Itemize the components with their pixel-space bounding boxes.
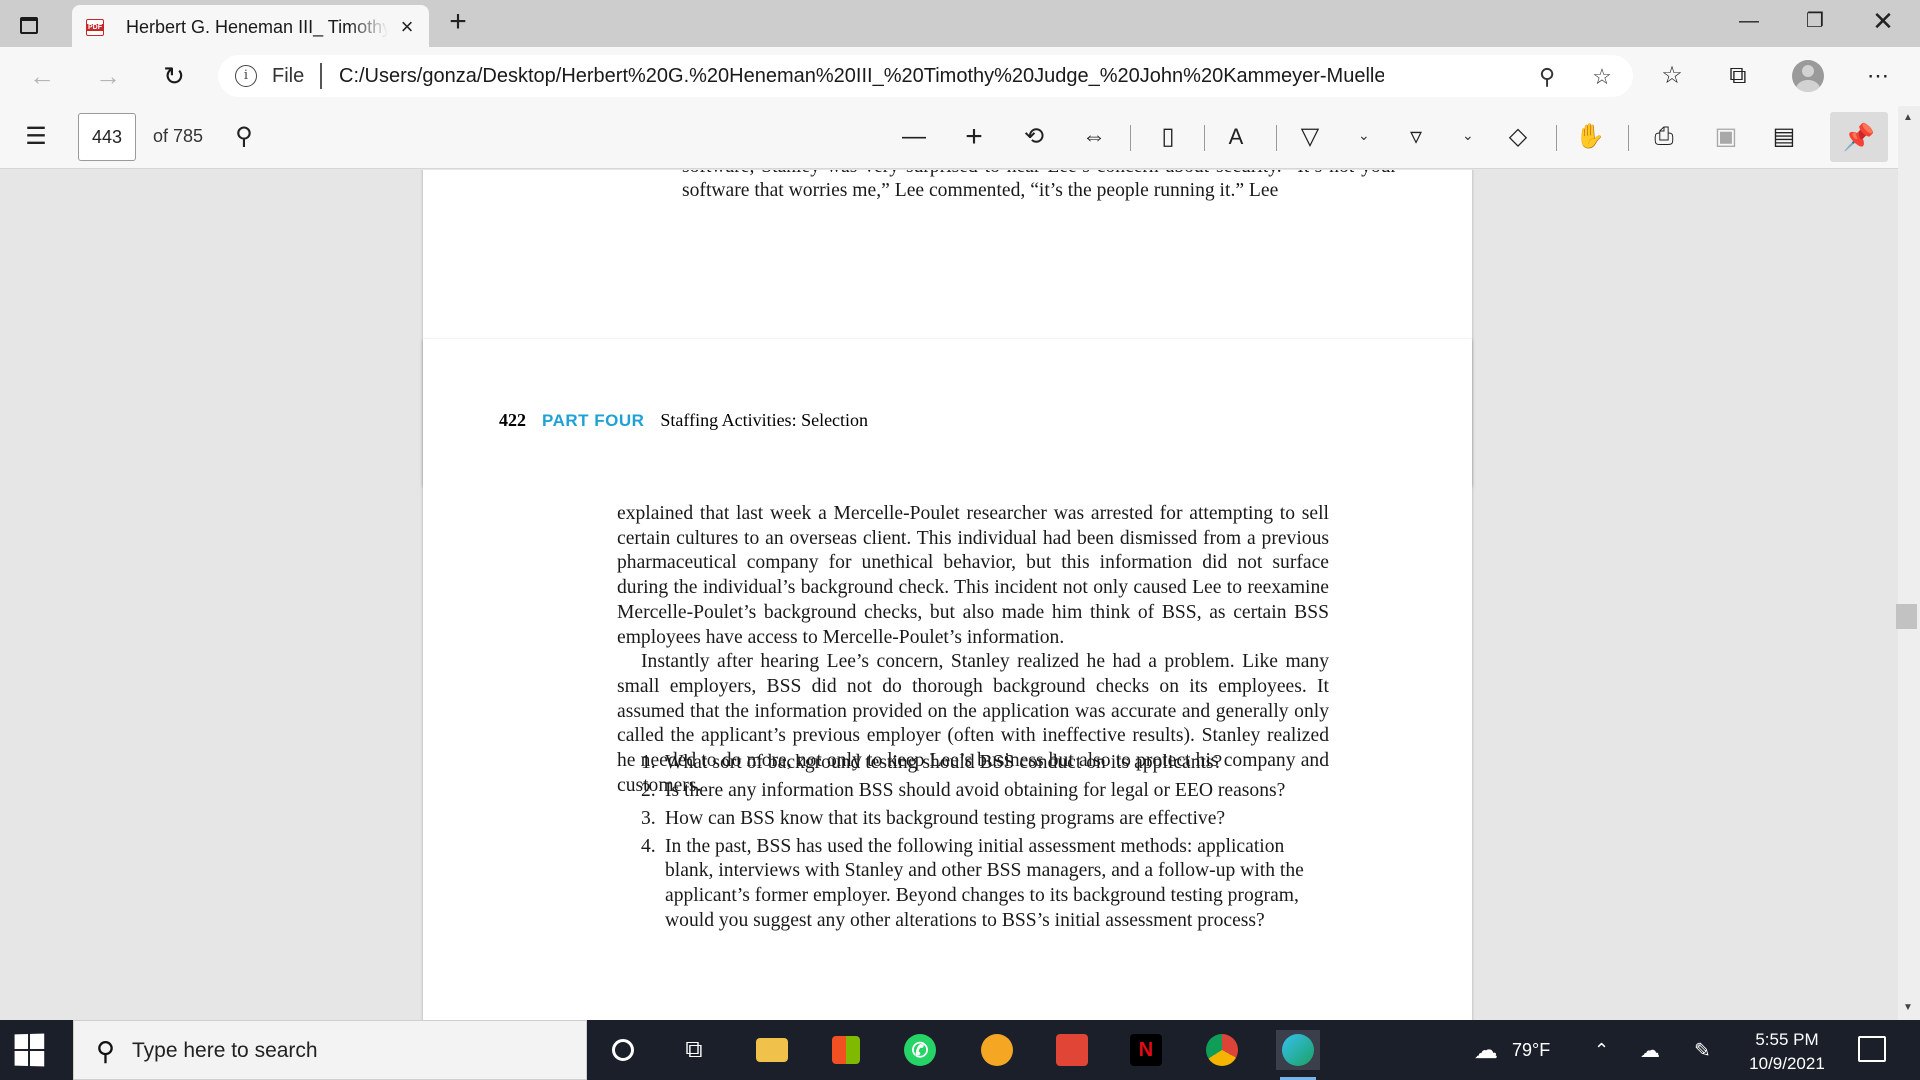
more-options-icon[interactable]: ⋯ bbox=[1862, 60, 1894, 92]
favorites-icon[interactable]: ☆ bbox=[1656, 60, 1688, 92]
scroll-up-icon[interactable]: ▲ bbox=[1903, 112, 1913, 123]
find-icon[interactable]: ⚲ bbox=[226, 119, 262, 155]
info-icon[interactable]: i bbox=[235, 65, 257, 87]
vertical-scrollbar[interactable] bbox=[1898, 106, 1920, 1020]
active-tab[interactable]: PDF Herbert G. Heneman III_ Timothy × bbox=[72, 5, 429, 47]
toolbar-divider bbox=[1556, 125, 1557, 151]
weather-temp: 79°F bbox=[1512, 1039, 1551, 1060]
scroll-down-icon[interactable]: ▼ bbox=[1903, 1002, 1913, 1013]
print-icon[interactable]: ⎙ bbox=[1646, 119, 1682, 155]
question-item: 2. Is there any information BSS should av… bbox=[641, 779, 1286, 801]
draw-options-chevron-icon[interactable]: ⌄ bbox=[1358, 127, 1370, 144]
address-row: ← → ↻ i File C:/Users/gonza/Desktop/Herb… bbox=[0, 47, 1920, 105]
toolbar-divider bbox=[1130, 125, 1131, 151]
read-aloud-icon[interactable]: A bbox=[1218, 119, 1254, 155]
fit-to-width-icon[interactable]: ⇔ bbox=[1076, 119, 1112, 155]
tab-title: Herbert G. Heneman III_ Timothy bbox=[126, 17, 388, 37]
pdf-file-icon: PDF bbox=[86, 19, 104, 36]
rotate-icon[interactable]: ⟲ bbox=[1016, 119, 1052, 155]
table-of-contents-icon[interactable]: ☰ bbox=[18, 119, 54, 155]
task-view-icon[interactable]: ⧉ bbox=[672, 1030, 716, 1070]
onedrive-icon[interactable]: ☁ bbox=[1640, 1020, 1660, 1080]
collections-icon[interactable]: ⧉ bbox=[1722, 60, 1754, 92]
show-hidden-icons-icon[interactable]: ⌃ bbox=[1594, 1020, 1609, 1080]
cloud-icon: ☁ bbox=[1474, 1036, 1498, 1064]
pdf-toolbar: ☰ 443 of 785 ⚲ — + ⟲ ⇔ ▯ A ▽ ⌄ ▿ ⌄ ◇ ✋ ⎙… bbox=[0, 105, 1920, 169]
question-item: 3. How can BSS know that its background t… bbox=[641, 807, 1226, 829]
pen-workspace-icon[interactable]: ✎ bbox=[1694, 1020, 1711, 1080]
running-head: 422 PART FOUR Staffing Activities: Selecti… bbox=[499, 410, 868, 431]
refresh-button[interactable]: ↻ bbox=[156, 59, 192, 93]
toolbar-divider bbox=[1204, 125, 1205, 151]
brave-icon[interactable] bbox=[975, 1030, 1019, 1070]
save-icon[interactable]: ▣ bbox=[1708, 119, 1744, 155]
file-explorer-icon[interactable] bbox=[750, 1030, 794, 1070]
media-app-icon[interactable] bbox=[1050, 1030, 1094, 1070]
chrome-icon[interactable] bbox=[1200, 1030, 1244, 1070]
toolbar-divider bbox=[1276, 125, 1277, 151]
whatsapp-icon[interactable]: ✆ bbox=[898, 1030, 942, 1070]
section-title: Staffing Activities: Selection bbox=[660, 410, 869, 430]
address-separator bbox=[320, 63, 322, 89]
draw-icon[interactable]: ▽ bbox=[1292, 119, 1328, 155]
tab-strip: PDF Herbert G. Heneman III_ Timothy × + … bbox=[0, 0, 1920, 47]
pin-toolbar-icon[interactable]: 📌 bbox=[1830, 112, 1888, 162]
save-as-icon[interactable]: ▤ bbox=[1766, 119, 1802, 155]
scrollbar-thumb[interactable] bbox=[1896, 604, 1917, 629]
search-placeholder: Type here to search bbox=[132, 1039, 318, 1062]
erase-icon[interactable]: ◇ bbox=[1500, 119, 1536, 155]
toolbar-divider bbox=[1628, 125, 1629, 151]
pdf-page-current: 422 PART FOUR Staffing Activities: Selecti… bbox=[423, 339, 1472, 1020]
page-count: of 785 bbox=[153, 126, 204, 146]
touch-write-icon[interactable]: ✋ bbox=[1572, 119, 1608, 155]
back-button[interactable]: ← bbox=[24, 59, 60, 93]
question-list: 1. What sort of background testing should… bbox=[641, 751, 1329, 937]
edge-icon[interactable] bbox=[1276, 1030, 1320, 1080]
zoom-in-icon[interactable]: + bbox=[956, 119, 992, 155]
clock-time: 5:55 PM bbox=[1755, 1030, 1819, 1049]
scheme-label: File bbox=[272, 65, 305, 87]
add-favorite-icon[interactable]: ☆ bbox=[1589, 64, 1615, 90]
zoom-out-icon[interactable]: — bbox=[896, 119, 932, 155]
search-icon: ⚲ bbox=[96, 1036, 116, 1066]
paragraph: explained that last week a Mercelle-Poul… bbox=[617, 503, 1329, 648]
page-number-input[interactable]: 443 bbox=[78, 113, 136, 161]
page-text: Despite the sensitivity of the informati… bbox=[682, 170, 1397, 202]
netflix-icon[interactable]: N bbox=[1124, 1030, 1168, 1070]
part-label: PART FOUR bbox=[542, 411, 645, 430]
new-tab-button[interactable]: + bbox=[443, 7, 473, 38]
notifications-icon[interactable] bbox=[1858, 1036, 1886, 1062]
question-item: 1. What sort of background testing should… bbox=[641, 752, 1223, 773]
minimize-button[interactable]: — bbox=[1726, 6, 1772, 36]
taskbar-search-box[interactable]: ⚲ Type here to search bbox=[73, 1020, 587, 1080]
tab-actions-button[interactable] bbox=[14, 10, 44, 40]
restore-button[interactable]: ❐ bbox=[1792, 6, 1838, 36]
microsoft-store-icon[interactable] bbox=[824, 1030, 868, 1070]
page-number: 422 bbox=[499, 410, 526, 430]
highlight-options-chevron-icon[interactable]: ⌄ bbox=[1462, 127, 1474, 144]
url-text[interactable]: C:/Users/gonza/Desktop/Herbert%20G.%20He… bbox=[339, 65, 1384, 88]
profile-avatar[interactable] bbox=[1792, 60, 1824, 92]
clock-date: 10/9/2021 bbox=[1749, 1054, 1825, 1073]
question-item: 4. In the past, BSS has used the followin… bbox=[641, 835, 1304, 931]
highlight-icon[interactable]: ▿ bbox=[1398, 119, 1434, 155]
forward-button[interactable]: → bbox=[90, 59, 126, 93]
windows-start-icon[interactable] bbox=[14, 1033, 47, 1067]
zoom-icon[interactable]: ⚲ bbox=[1534, 64, 1560, 90]
page-view-icon[interactable]: ▯ bbox=[1150, 119, 1186, 155]
cortana-icon[interactable] bbox=[601, 1030, 645, 1070]
taskbar: ⚲ Type here to search ⧉ ✆ N ☁ 79°F ⌃ ☁ ✎… bbox=[0, 1020, 1920, 1080]
system-clock[interactable]: 5:55 PM 10/9/2021 bbox=[1722, 1028, 1852, 1076]
weather-widget[interactable]: ☁ 79°F bbox=[1474, 1020, 1550, 1080]
address-bar[interactable]: i File C:/Users/gonza/Desktop/Herbert%20… bbox=[218, 55, 1633, 97]
close-window-button[interactable]: ✕ bbox=[1860, 6, 1906, 36]
tab-close-icon[interactable]: × bbox=[394, 14, 420, 40]
document-viewport[interactable]: Despite the sensitivity of the informati… bbox=[0, 170, 1920, 1020]
tab-actions-icon bbox=[20, 16, 38, 34]
